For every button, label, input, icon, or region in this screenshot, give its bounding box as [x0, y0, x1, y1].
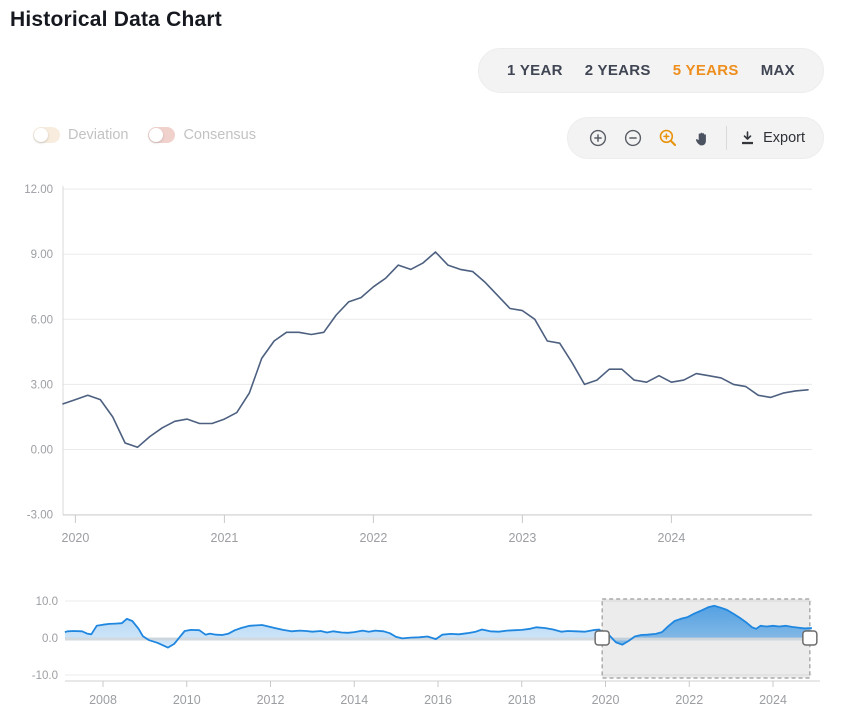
zoom-selection-button[interactable] [650, 120, 685, 156]
navigator-handle-left[interactable] [595, 631, 609, 645]
chart-toolbar: Export [567, 117, 824, 159]
zoom-out-button[interactable] [615, 120, 650, 156]
main-y-tick-label: 6.00 [31, 314, 53, 326]
consensus-toggle-knob [149, 128, 163, 142]
pan-button[interactable] [685, 120, 720, 156]
nav-x-tick-label: 2012 [257, 693, 285, 707]
main-x-tick-label: 2023 [509, 531, 537, 545]
nav-x-tick-label: 2022 [675, 693, 703, 707]
zoom-selection-icon [658, 128, 678, 148]
navigator-handle-right[interactable] [803, 631, 817, 645]
toolbar-divider [726, 126, 727, 150]
zoom-in-icon [588, 128, 608, 148]
range-button-1-year[interactable]: 1 YEAR [503, 62, 567, 79]
deviation-toggle[interactable] [33, 127, 60, 143]
export-label: Export [763, 130, 805, 146]
main-x-tick-label: 2020 [62, 531, 90, 545]
historical-data-chart-page: Historical Data Chart 1 YEAR 2 YEARS 5 Y… [0, 0, 844, 716]
nav-y-tick-label: 0.0 [42, 633, 58, 645]
pan-hand-icon [693, 128, 713, 148]
navigator-chart[interactable]: 2008 2010 2012 2014 2016 2018 2020 2022 2024 10.0… [0, 560, 844, 716]
zoom-in-button[interactable] [580, 120, 615, 156]
range-button-5-years[interactable]: 5 YEARS [669, 62, 743, 79]
main-y-tick-label: 12.00 [24, 184, 53, 196]
deviation-toggle-knob [34, 128, 48, 142]
main-y-tick-label: -3.00 [27, 510, 53, 522]
main-x-tick-label: 2022 [360, 531, 388, 545]
main-series-line [63, 252, 808, 447]
deviation-label: Deviation [68, 127, 128, 143]
range-selector: 1 YEAR 2 YEARS 5 YEARS MAX [478, 48, 824, 93]
zoom-out-icon [623, 128, 643, 148]
nav-y-tick-label: -10.0 [32, 670, 58, 682]
page-title: Historical Data Chart [10, 8, 222, 32]
range-button-2-years[interactable]: 2 YEARS [581, 62, 655, 79]
legend-toggles: Deviation Consensus [33, 127, 256, 143]
main-x-tick-label: 2021 [211, 531, 239, 545]
deviation-toggle-group[interactable]: Deviation [33, 127, 128, 143]
consensus-toggle[interactable] [148, 127, 175, 143]
nav-x-tick-label: 2014 [340, 693, 368, 707]
main-y-tick-label: 3.00 [31, 379, 53, 391]
nav-x-tick-label: 2024 [759, 693, 787, 707]
nav-y-tick-label: 10.0 [36, 596, 58, 608]
consensus-label: Consensus [183, 127, 256, 143]
nav-x-tick-label: 2016 [424, 693, 452, 707]
nav-x-tick-label: 2018 [508, 693, 536, 707]
export-button[interactable]: Export [733, 130, 811, 147]
download-icon [739, 130, 756, 147]
nav-x-tick-label: 2010 [173, 693, 201, 707]
consensus-toggle-group[interactable]: Consensus [148, 127, 256, 143]
nav-x-tick-label: 2020 [592, 693, 620, 707]
nav-x-tick-label: 2008 [89, 693, 117, 707]
range-button-max[interactable]: MAX [757, 62, 799, 79]
main-y-tick-label: 0.00 [31, 445, 53, 457]
main-y-tick-label: 9.00 [31, 249, 53, 261]
main-x-tick-label: 2024 [658, 531, 686, 545]
